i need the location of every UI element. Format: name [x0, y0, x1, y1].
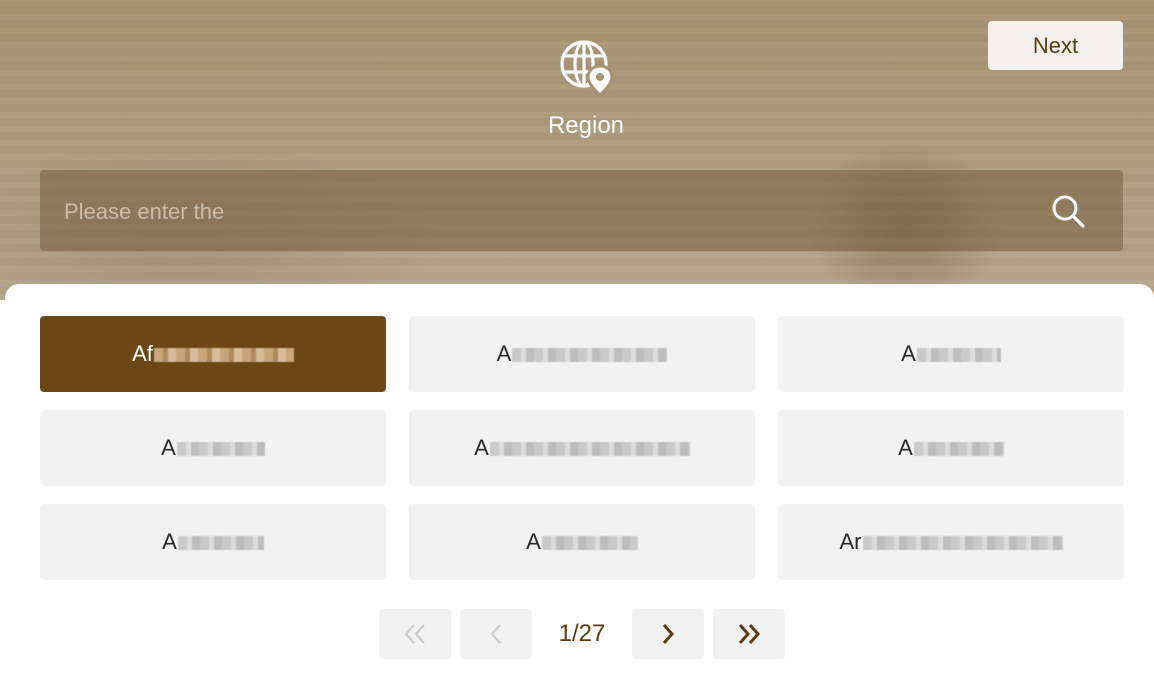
previous-page-button[interactable]: [460, 609, 532, 659]
region-item[interactable]: A: [409, 410, 755, 486]
region-item[interactable]: A: [778, 410, 1124, 486]
region-item-label: A: [162, 529, 177, 554]
region-item-label: A: [161, 435, 176, 460]
region-grid: Af A A A A A A A Ar: [40, 316, 1124, 580]
redacted-text: [916, 348, 1001, 363]
redacted-text: [862, 536, 1063, 551]
region-item[interactable]: A: [409, 504, 755, 580]
pagination: 1/27: [379, 609, 785, 659]
double-chevron-left-icon: [404, 624, 425, 644]
redacted-text: [176, 442, 265, 457]
region-item-label: A: [898, 435, 913, 460]
redacted-text: [913, 442, 1004, 457]
region-item[interactable]: Ar: [778, 504, 1124, 580]
region-item[interactable]: A: [778, 316, 1124, 392]
region-item[interactable]: A: [409, 316, 755, 392]
region-item-label: A: [526, 529, 541, 554]
search-icon[interactable]: [1050, 193, 1086, 229]
region-item-label: A: [901, 341, 916, 366]
first-page-button[interactable]: [379, 609, 451, 659]
double-chevron-right-icon: [738, 624, 761, 644]
redacted-text: [541, 536, 638, 551]
next-button[interactable]: Next: [988, 21, 1123, 70]
region-item-label: A: [474, 435, 489, 460]
region-selection-screen: Region Next Af A A A A A A A: [0, 0, 1154, 677]
last-page-button[interactable]: [713, 609, 785, 659]
region-item[interactable]: A: [40, 504, 386, 580]
next-page-button[interactable]: [632, 609, 704, 659]
redacted-text: [489, 442, 690, 457]
redacted-text: [153, 348, 294, 363]
region-item-label: Ar: [839, 529, 862, 554]
page-title: Region: [547, 112, 625, 139]
redacted-text: [177, 536, 264, 551]
redacted-text: [512, 348, 668, 363]
globe-location-icon: [560, 40, 614, 97]
page-indicator: 1/27: [558, 620, 606, 647]
region-item[interactable]: Af: [40, 316, 386, 392]
region-item[interactable]: A: [40, 410, 386, 486]
chevron-left-icon: [490, 624, 501, 644]
chevron-right-icon: [662, 624, 675, 644]
search-bar: [40, 170, 1123, 253]
region-item-label: Af: [132, 341, 153, 366]
region-item-label: A: [496, 341, 512, 366]
search-input[interactable]: [62, 170, 1026, 253]
